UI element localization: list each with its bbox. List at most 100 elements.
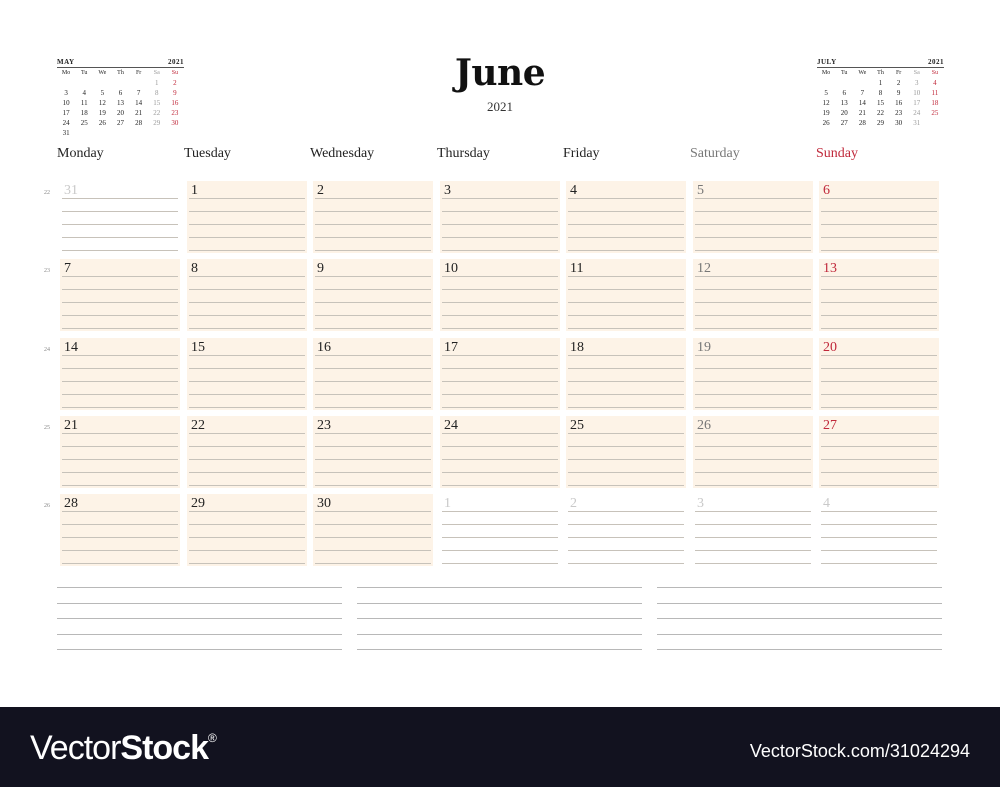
day-cell[interactable]: 18 <box>566 338 686 410</box>
writing-line <box>695 250 811 251</box>
mini-day: 17 <box>913 99 921 107</box>
day-cell[interactable]: 3 <box>440 181 560 253</box>
writing-line <box>568 328 684 329</box>
writing-line <box>442 237 558 238</box>
writing-line <box>442 537 558 538</box>
day-number: 28 <box>64 496 78 511</box>
writing-line <box>62 459 178 460</box>
day-cell[interactable]: 8 <box>187 259 307 331</box>
writing-line <box>442 224 558 225</box>
day-cell[interactable]: 13 <box>819 259 939 331</box>
writing-line <box>821 472 937 473</box>
writing-line <box>189 211 305 212</box>
writing-line <box>821 407 937 408</box>
day-cell[interactable]: 5 <box>693 181 813 253</box>
notes-line[interactable] <box>657 649 942 650</box>
day-cell[interactable]: 1 <box>440 494 560 566</box>
notes-line[interactable] <box>357 618 642 619</box>
day-cell[interactable]: 26 <box>693 416 813 488</box>
notes-line[interactable] <box>357 602 642 604</box>
notes-line[interactable] <box>357 649 642 650</box>
day-number: 20 <box>823 340 837 355</box>
day-cell[interactable]: 27 <box>819 416 939 488</box>
day-number: 7 <box>64 261 71 276</box>
writing-line <box>442 381 558 382</box>
notes-line[interactable] <box>357 587 642 588</box>
day-cell[interactable]: 4 <box>566 181 686 253</box>
notes-line[interactable] <box>657 602 942 604</box>
writing-line <box>695 368 811 369</box>
notes-line[interactable] <box>357 633 642 635</box>
day-cell[interactable]: 3 <box>693 494 813 566</box>
writing-line <box>821 355 937 356</box>
notes-line[interactable] <box>57 649 342 650</box>
day-cell[interactable]: 2 <box>313 181 433 253</box>
day-cell[interactable]: 17 <box>440 338 560 410</box>
day-number: 25 <box>570 418 584 433</box>
writing-line <box>568 289 684 290</box>
day-cell[interactable]: 11 <box>566 259 686 331</box>
mini-day: 7 <box>860 89 865 97</box>
writing-line <box>315 433 431 434</box>
day-number: 16 <box>317 340 331 355</box>
day-cell[interactable]: 14 <box>60 338 180 410</box>
day-cell[interactable]: 30 <box>313 494 433 566</box>
writing-line <box>62 407 178 408</box>
day-cell[interactable]: 21 <box>60 416 180 488</box>
writing-line <box>821 276 937 277</box>
day-cell[interactable]: 22 <box>187 416 307 488</box>
day-cell[interactable]: 29 <box>187 494 307 566</box>
day-number: 14 <box>64 340 78 355</box>
writing-line <box>62 368 178 369</box>
day-cell[interactable]: 24 <box>440 416 560 488</box>
day-number: 15 <box>191 340 205 355</box>
writing-line <box>695 459 811 460</box>
writing-line <box>189 485 305 486</box>
writing-line <box>695 289 811 290</box>
notes-line[interactable] <box>57 587 342 588</box>
day-cell[interactable]: 25 <box>566 416 686 488</box>
brand-logo-bold: Stock <box>120 729 209 767</box>
day-cell[interactable]: 31 <box>60 181 180 253</box>
writing-line <box>821 524 937 525</box>
day-number: 23 <box>317 418 331 433</box>
day-cell[interactable]: 19 <box>693 338 813 410</box>
notes-line[interactable] <box>657 633 942 635</box>
notes-line[interactable] <box>657 587 942 588</box>
day-cell[interactable]: 12 <box>693 259 813 331</box>
day-number: 2 <box>317 183 324 198</box>
mini-day: 28 <box>858 119 866 127</box>
day-cell[interactable]: 28 <box>60 494 180 566</box>
notes-line[interactable] <box>57 633 342 635</box>
notes-line[interactable] <box>657 618 942 619</box>
day-cell[interactable]: 16 <box>313 338 433 410</box>
writing-line <box>62 433 178 434</box>
writing-line <box>189 394 305 395</box>
notes-line[interactable] <box>57 602 342 604</box>
writing-line <box>442 407 558 408</box>
mini-day <box>835 79 853 88</box>
day-cell[interactable]: 10 <box>440 259 560 331</box>
day-cell[interactable]: 6 <box>819 181 939 253</box>
writing-line <box>821 381 937 382</box>
day-cell[interactable]: 20 <box>819 338 939 410</box>
notes-line[interactable] <box>57 618 342 619</box>
writing-line <box>695 550 811 551</box>
mini-day: 19 <box>822 109 830 117</box>
mini-day: 25 <box>931 109 939 117</box>
writing-line <box>315 524 431 525</box>
day-number: 4 <box>823 496 830 511</box>
day-cell[interactable]: 1 <box>187 181 307 253</box>
day-cell[interactable]: 9 <box>313 259 433 331</box>
mini-day: 25 <box>80 119 88 127</box>
day-cell[interactable]: 23 <box>313 416 433 488</box>
day-cell[interactable]: 15 <box>187 338 307 410</box>
day-cell[interactable]: 4 <box>819 494 939 566</box>
day-number: 1 <box>444 496 451 511</box>
day-cell[interactable]: 7 <box>60 259 180 331</box>
writing-line <box>568 524 684 525</box>
writing-line <box>568 446 684 447</box>
day-cell[interactable]: 2 <box>566 494 686 566</box>
mini-day: 8 <box>878 89 883 97</box>
writing-line <box>62 198 178 199</box>
